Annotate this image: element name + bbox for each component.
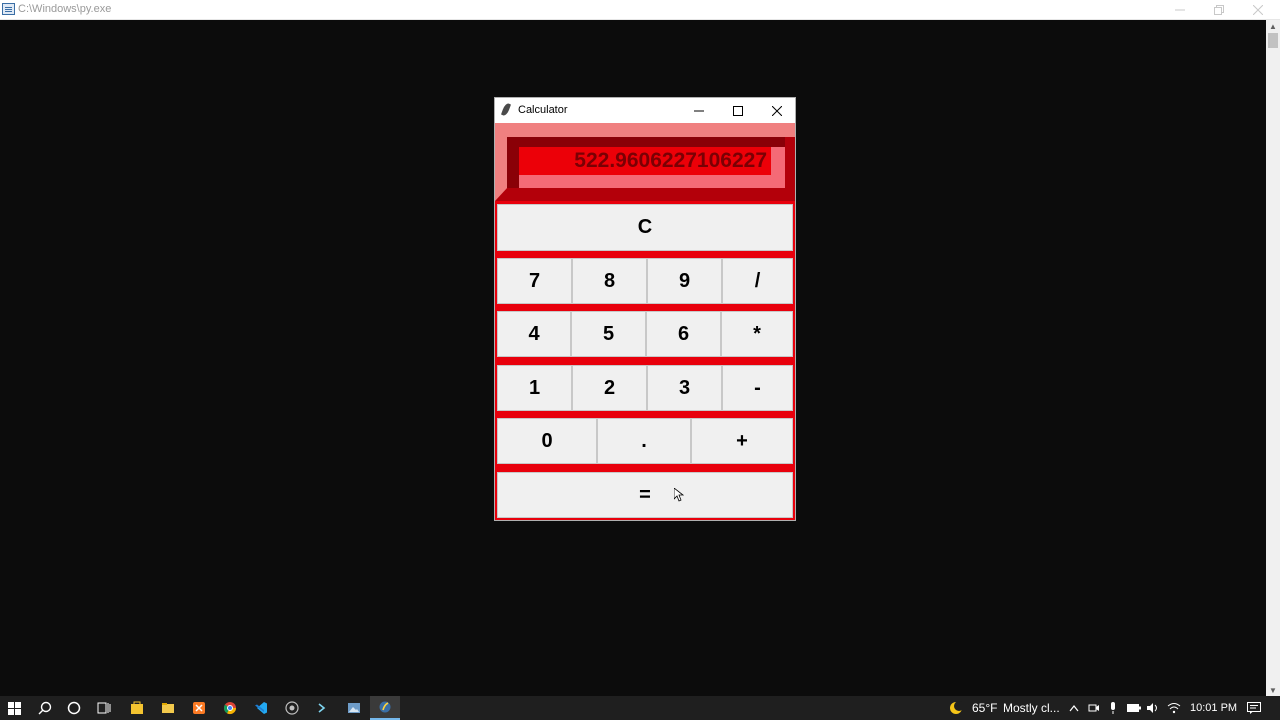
console-title: C:\Windows\py.exe [18,3,112,15]
subtract-button[interactable]: - [722,365,793,411]
notification-icon [1247,702,1261,714]
search-button[interactable] [32,696,58,720]
tray-meet-now[interactable] [1086,696,1102,720]
chevron-up-icon [1069,705,1079,712]
console-titlebar: C:\Windows\py.exe [0,0,1280,20]
moon-icon [950,701,963,714]
close-icon [771,105,782,116]
digit-1-button[interactable]: 1 [497,365,572,411]
github-icon [285,701,299,715]
console-restore-button[interactable] [1199,0,1239,20]
digit-2-button[interactable]: 2 [572,365,647,411]
search-icon [38,701,52,715]
taskbar-app-terminal[interactable] [310,696,336,720]
tray-microphone[interactable] [1105,696,1121,720]
tray-battery[interactable] [1125,696,1143,720]
weather-temperature[interactable]: 65°F [972,696,997,720]
display-bevel-top [495,123,795,137]
calculator-window: Calculator 522.9606227106227 C 7 8 9 / 4… [494,97,796,521]
console-scrollbar[interactable]: ▲ ▼ [1266,20,1280,696]
calc-minimize-button[interactable] [679,98,718,123]
tray-network[interactable] [1165,696,1183,720]
divide-button[interactable]: / [722,258,793,304]
taskbar-app-photos[interactable] [341,696,367,720]
python-feather-icon [379,701,391,713]
calc-close-button[interactable] [757,98,796,123]
taskbar: 65°F Mostly cl... 10:01 PM [0,696,1280,720]
digit-0-button[interactable]: 0 [497,418,597,464]
taskbar-app-chrome[interactable] [217,696,243,720]
maximize-icon [732,105,743,116]
tray-clock[interactable]: 10:01 PM [1190,696,1237,720]
close-icon [1253,5,1263,15]
speaker-icon [1147,703,1157,713]
battery-icon [1127,704,1141,712]
folder-icon [162,703,174,713]
scroll-thumb[interactable] [1268,33,1278,48]
restore-icon [1214,5,1224,15]
weather-icon[interactable] [946,696,966,720]
show-hidden-icons-button[interactable] [1066,696,1082,720]
taskbar-app-store[interactable] [124,696,150,720]
cortana-circle-icon [67,701,81,715]
console-minimize-button[interactable] [1160,0,1200,20]
microphone-icon [1111,702,1115,714]
terminal-icon [318,703,326,713]
scroll-up-arrow-icon[interactable]: ▲ [1266,20,1280,32]
mouse-cursor-icon [674,488,684,502]
minimize-icon [693,110,704,111]
digit-5-button[interactable]: 5 [571,311,646,357]
calculator-titlebar: Calculator [495,98,795,123]
digit-4-button[interactable]: 4 [497,311,571,357]
digit-6-button[interactable]: 6 [646,311,721,357]
taskbar-app-python-active[interactable] [370,696,400,720]
console-app-icon [2,3,15,15]
console-close-button[interactable] [1238,0,1278,20]
photos-icon [348,703,360,713]
display-frame: 522.9606227106227 [495,123,795,201]
taskbar-app-xampp[interactable] [186,696,212,720]
weather-description[interactable]: Mostly cl... [1003,696,1060,720]
task-view-icon [97,702,111,714]
calculator-title: Calculator [518,104,568,116]
display-entry[interactable]: 522.9606227106227 [519,147,771,175]
digit-9-button[interactable]: 9 [647,258,722,304]
multiply-button[interactable]: * [721,311,793,357]
scroll-down-arrow-icon[interactable]: ▼ [1266,684,1280,696]
camera-icon [1088,704,1099,712]
xampp-icon [193,702,205,714]
tray-volume[interactable] [1145,696,1161,720]
equals-button[interactable]: = [497,472,793,518]
windows-logo-icon [7,701,21,715]
taskbar-app-vscode[interactable] [248,696,274,720]
action-center-button[interactable] [1244,696,1264,720]
start-button[interactable] [0,696,28,720]
calc-maximize-button[interactable] [718,98,757,123]
digit-7-button[interactable]: 7 [497,258,572,304]
store-icon [131,701,143,714]
digit-3-button[interactable]: 3 [647,365,722,411]
add-button[interactable]: + [691,418,793,464]
chrome-icon [223,702,236,715]
taskbar-app-explorer[interactable] [155,696,181,720]
clear-button[interactable]: C [497,204,793,251]
feather-icon [500,102,512,117]
taskbar-app-github[interactable] [279,696,305,720]
cortana-button[interactable] [62,696,86,720]
task-view-button[interactable] [92,696,116,720]
minimize-icon [1175,9,1185,11]
digit-8-button[interactable]: 8 [572,258,647,304]
decimal-button[interactable]: . [597,418,691,464]
vscode-icon [255,702,267,714]
wifi-icon [1167,703,1181,714]
